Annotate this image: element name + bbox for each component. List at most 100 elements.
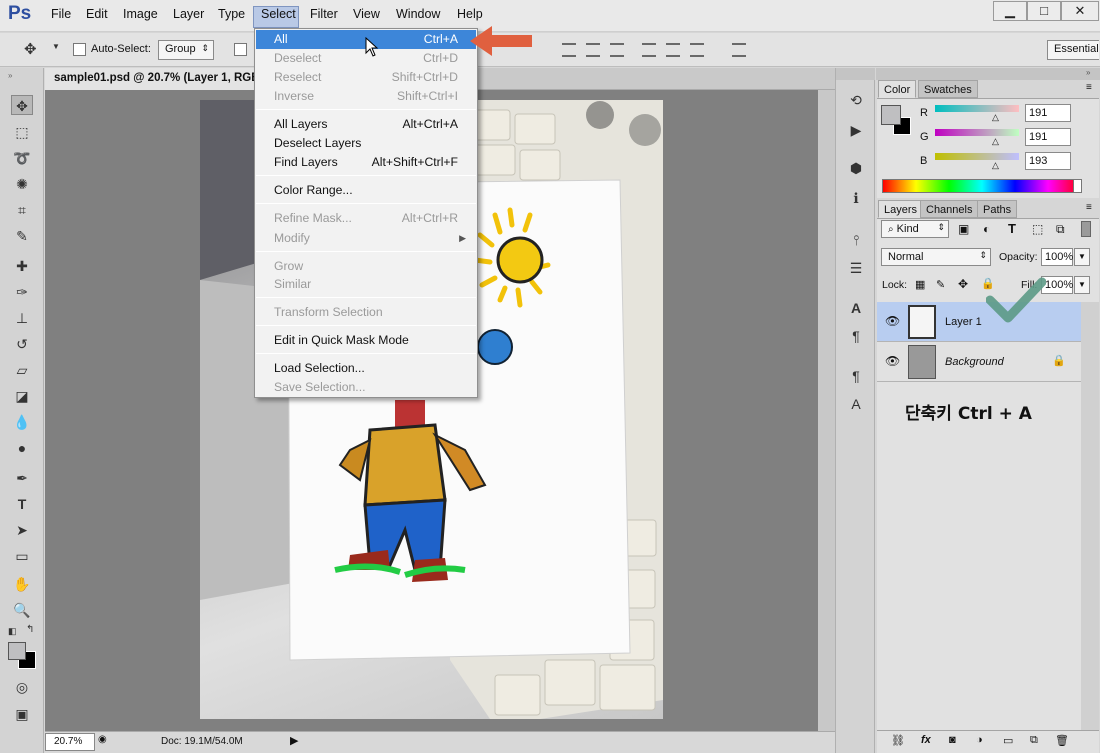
layer-filter-kind[interactable]: ⌕ Kind ⇕	[881, 220, 949, 238]
tab-paths[interactable]: Paths	[977, 200, 1018, 218]
add-mask-icon[interactable]: ◙	[949, 734, 956, 746]
menu-item-grow[interactable]: Grow	[256, 257, 476, 276]
align-hcenter-icon[interactable]	[666, 43, 680, 57]
info-icon[interactable]: ℹ	[846, 188, 866, 208]
brush-tool-icon[interactable]: ✑	[11, 282, 33, 302]
slider-thumb-icon[interactable]: △	[992, 112, 999, 123]
lock-position-icon[interactable]: ✥	[958, 277, 968, 291]
character-icon[interactable]: A	[846, 298, 866, 318]
menu-item-modify[interactable]: Modify ▶	[256, 229, 476, 248]
menu-item-transform-selection[interactable]: Transform Selection	[256, 303, 476, 322]
collapse-arrows-icon[interactable]: »	[1086, 68, 1090, 77]
menu-item-color-range[interactable]: Color Range...	[256, 181, 476, 200]
layer-row-layer-1[interactable]: 👁 Layer 1	[877, 302, 1081, 342]
menu-item-similar[interactable]: Similar	[256, 275, 476, 294]
show-transform-checkbox[interactable]	[234, 43, 247, 56]
zoom-tool-icon[interactable]: 🔍	[11, 600, 33, 620]
new-group-icon[interactable]: ▭	[1003, 734, 1013, 747]
adjustment-layer-icon[interactable]: ◑	[976, 734, 983, 746]
healing-brush-icon[interactable]: ✚	[11, 256, 33, 276]
menu-window[interactable]: Window	[396, 7, 440, 21]
new-layer-icon[interactable]: ⧉	[1030, 734, 1038, 747]
fx-icon[interactable]: fx	[921, 734, 931, 746]
maximize-button[interactable]: □	[1027, 1, 1061, 21]
workspace-switcher[interactable]: Essential	[1047, 40, 1099, 60]
menu-image[interactable]: Image	[123, 7, 158, 21]
layers-scrollbar[interactable]	[1081, 302, 1099, 730]
3d-icon[interactable]: ⬢	[846, 158, 866, 178]
eye-visibility-icon[interactable]: 👁	[885, 354, 900, 368]
crop-tool-icon[interactable]: ⌗	[11, 200, 33, 220]
lock-image-icon[interactable]: ✎	[936, 278, 945, 291]
menu-layer[interactable]: Layer	[173, 7, 204, 21]
clone-stamp-icon[interactable]: ⊥	[11, 308, 33, 328]
menu-help[interactable]: Help	[457, 7, 483, 21]
foreground-color-swatch[interactable]	[8, 642, 26, 660]
layer-name[interactable]: Background	[945, 356, 1004, 368]
align-vcenter-icon[interactable]	[586, 43, 600, 57]
type-tool-icon[interactable]: T	[11, 494, 33, 514]
align-left-icon[interactable]	[642, 43, 656, 57]
history-icon[interactable]: ⟲	[846, 90, 866, 110]
menu-file[interactable]: File	[51, 7, 71, 21]
layer-name[interactable]: Layer 1	[945, 316, 982, 328]
lasso-tool-icon[interactable]: ➰	[11, 148, 33, 168]
auto-align-icon[interactable]	[732, 43, 746, 57]
align-right-icon[interactable]	[690, 43, 704, 57]
adjustments-icon[interactable]: ⫯	[846, 230, 866, 250]
align-bottom-icon[interactable]	[610, 43, 624, 57]
quick-mask-icon[interactable]: ◎	[11, 677, 33, 697]
filter-type-icon[interactable]: T	[1008, 221, 1016, 236]
menu-item-inverse[interactable]: Inverse Shift+Ctrl+I	[256, 87, 476, 106]
close-button[interactable]: ✕	[1061, 1, 1099, 21]
history-brush-icon[interactable]: ↺	[11, 334, 33, 354]
menu-filter[interactable]: Filter	[310, 7, 338, 21]
tab-layers[interactable]: Layers	[878, 200, 924, 218]
fg-color-swatch[interactable]	[881, 105, 901, 125]
swap-colors-icon[interactable]: ↰	[26, 624, 34, 635]
menu-item-reselect[interactable]: Reselect Shift+Ctrl+D	[256, 68, 476, 87]
menu-item-quick-mask[interactable]: Edit in Quick Mask Mode	[256, 331, 476, 350]
filter-pixel-icon[interactable]: ▣	[958, 222, 969, 236]
red-slider[interactable]	[935, 105, 1019, 112]
menu-select[interactable]: Select	[261, 7, 296, 21]
lock-transparent-icon[interactable]: ▦	[915, 278, 925, 291]
zoom-preset-icon[interactable]: ◉	[98, 734, 107, 745]
properties-icon[interactable]: ☰	[846, 258, 866, 278]
menu-item-find-layers[interactable]: Find Layers Alt+Shift+Ctrl+F	[256, 153, 476, 172]
magic-wand-icon[interactable]: ✺	[11, 174, 33, 194]
path-selection-icon[interactable]: ➤	[11, 520, 33, 540]
panel-collapse-bar[interactable]	[876, 68, 1100, 80]
menu-item-refine-mask[interactable]: Refine Mask... Alt+Ctrl+R	[256, 209, 476, 228]
screen-mode-icon[interactable]: ▣	[11, 704, 33, 724]
eyedropper-tool-icon[interactable]: ✎	[11, 226, 33, 246]
blend-mode-dropdown[interactable]: Normal ⇕	[881, 248, 991, 266]
auto-select-dropdown[interactable]: Group ⇕	[158, 40, 214, 60]
collapse-bar[interactable]	[836, 68, 875, 80]
minimize-button[interactable]: ▁	[993, 1, 1027, 21]
vertical-scrollbar[interactable]	[818, 90, 835, 731]
slider-thumb-icon[interactable]: △	[992, 160, 999, 171]
hand-tool-icon[interactable]: ✋	[11, 574, 33, 594]
menu-item-all-layers[interactable]: All Layers Alt+Ctrl+A	[256, 115, 476, 134]
paragraph-icon[interactable]: ¶	[846, 326, 866, 346]
menu-item-load-selection[interactable]: Load Selection...	[256, 359, 476, 378]
move-tool-icon[interactable]: ✥	[11, 95, 33, 115]
chevron-down-icon[interactable]: ▼	[1074, 276, 1090, 294]
chevron-down-icon[interactable]: ▼	[1074, 248, 1090, 266]
menu-view[interactable]: View	[353, 7, 380, 21]
menu-item-save-selection[interactable]: Save Selection...	[256, 378, 476, 397]
zoom-field[interactable]: 20.7%	[45, 733, 95, 751]
marquee-tool-icon[interactable]: ⬚	[11, 122, 33, 142]
character-styles-icon[interactable]: A	[846, 394, 866, 414]
opacity-field[interactable]: 100%	[1041, 248, 1073, 266]
pen-tool-icon[interactable]: ✒	[11, 468, 33, 488]
blue-slider[interactable]	[935, 153, 1019, 160]
menu-edit[interactable]: Edit	[86, 7, 108, 21]
paint-bucket-icon[interactable]: ◪	[11, 386, 33, 406]
auto-select-checkbox[interactable]	[73, 43, 86, 56]
panel-menu-icon[interactable]: ≡	[1086, 202, 1092, 213]
eraser-tool-icon[interactable]: ▱	[11, 360, 33, 380]
red-value-field[interactable]: 191	[1025, 104, 1071, 122]
spectrum-white-black[interactable]	[1073, 180, 1081, 192]
